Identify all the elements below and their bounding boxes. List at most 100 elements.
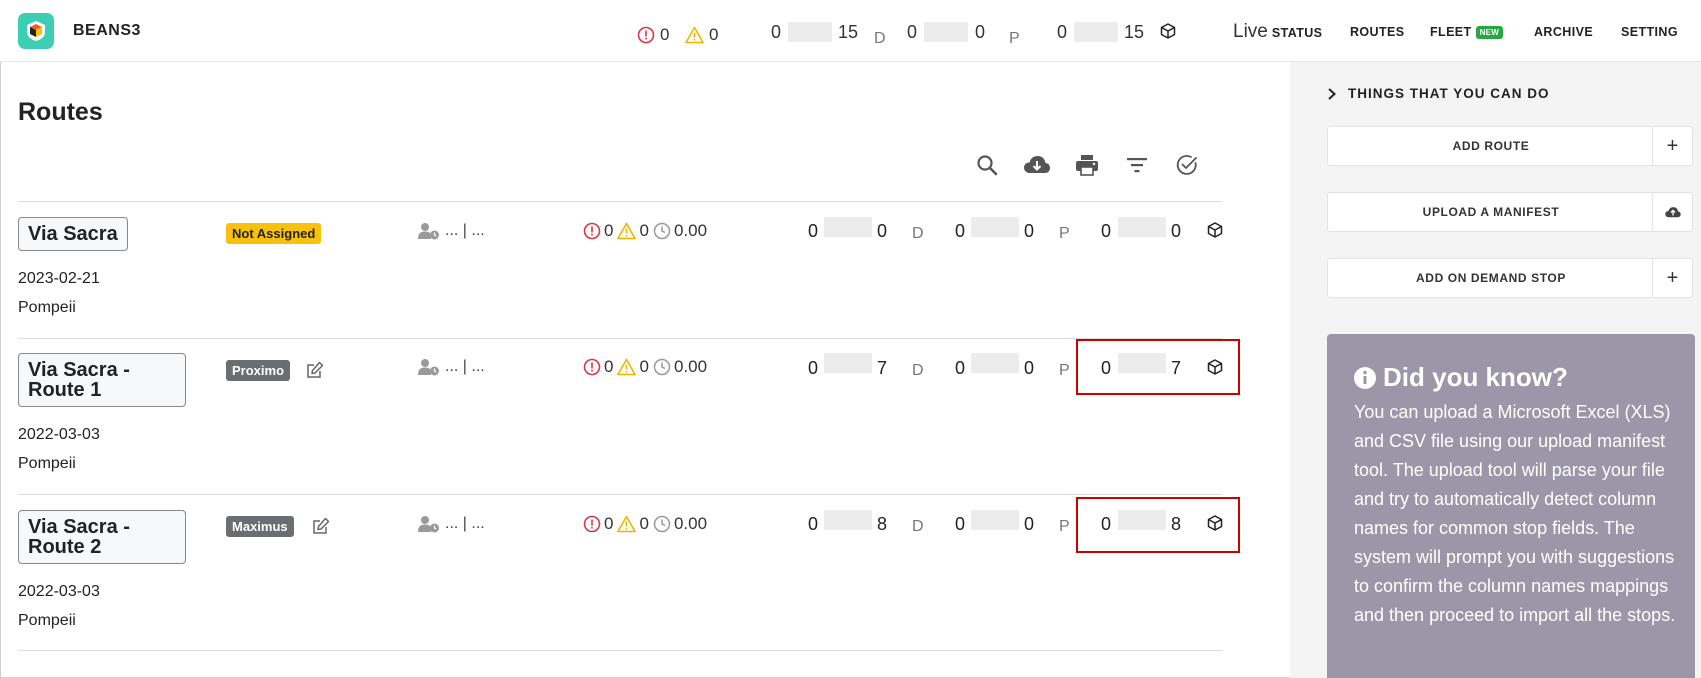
driver-name-badge: Maximus [226,516,294,537]
search-icon[interactable] [972,150,1002,180]
pickup-done: 0 [955,514,966,534]
clock-icon [653,515,671,533]
info-icon [1354,366,1376,389]
edit-icon[interactable] [306,361,324,379]
package-progress [1118,217,1166,237]
pickup-total: 0 [1024,358,1035,378]
delivery-done: 0 [808,358,819,378]
error-icon [583,358,601,376]
delivery-done: 0 [808,221,819,241]
add-on-demand-stop-button[interactable]: ADD ON DEMAND STOP + [1327,258,1693,298]
header-error-count: 0 [637,25,669,45]
nav-fleet[interactable]: FLEET NEW [1430,25,1504,40]
print-icon[interactable] [1072,150,1102,180]
pickup-total: 0 [1024,221,1035,241]
nav-archive[interactable]: ARCHIVE [1534,25,1593,39]
error-icon [637,26,655,44]
delivery-progress [824,353,872,373]
header-delivery-progress [788,22,832,42]
plus-icon: + [1652,259,1692,297]
new-badge: NEW [1475,26,1504,40]
warning-icon [685,26,704,44]
route-stats: 0 0 0.00 [583,514,711,534]
nav-setting[interactable]: SETTING [1621,25,1678,39]
driver-assignment[interactable]: ... | ... [418,515,485,533]
pickup-label: P [1059,362,1070,379]
user-clock-icon [418,359,439,376]
app-logo[interactable] [18,13,54,49]
header-warning-count: 0 [685,25,718,45]
package-total: 0 [1171,221,1182,241]
pickup-total: 0 [1024,514,1035,534]
route-date: 2022-03-03 [18,426,100,443]
delivery-label: D [912,362,924,379]
pickup-progress [971,217,1019,237]
error-icon [583,515,601,533]
delivery-done: 0 [808,514,819,534]
delivery-label: D [912,225,924,242]
chevron-right-icon [1328,87,1336,100]
warning-icon [617,358,637,376]
edit-icon[interactable] [312,517,330,535]
error-icon [583,222,601,240]
user-clock-icon [418,516,439,533]
header-pickup-label: P [1009,30,1020,47]
user-clock-icon [418,223,439,240]
top-navbar: BEANS3 0 0 0 15 D 0 0 P 0 15 Live STATUS … [0,0,1701,62]
route-date: 2022-03-03 [18,583,100,600]
header-pickup-done: 0 [907,22,918,42]
route-city: Pompeii [18,612,76,629]
divider [18,494,1222,495]
header-delivery-done: 0 [771,22,782,42]
delivery-progress [824,217,872,237]
highlight-box [1076,339,1240,395]
delivery-total: 0 [877,221,888,241]
header-delivery-total: 15 [838,22,859,42]
delivery-progress [824,510,872,530]
pickup-done: 0 [955,358,966,378]
driver-name-badge: Proximo [226,360,291,381]
route-name[interactable]: Via Sacra [18,217,128,251]
brand-name: BEANS3 [73,22,141,39]
header-package-total: 15 [1124,22,1145,42]
check-circle-icon[interactable] [1172,150,1202,180]
logo-shield-icon [27,21,45,41]
delivery-total: 8 [877,514,888,534]
delivery-total: 7 [877,358,888,378]
divider [18,201,1222,202]
driver-status-badge: Not Assigned [226,223,322,244]
add-route-button[interactable]: ADD ROUTE + [1327,126,1693,166]
route-stats: 0 0 0.00 [583,357,711,377]
warning-icon [617,515,637,533]
package-done: 0 [1101,221,1112,241]
divider [18,650,1222,651]
route-name[interactable]: Via Sacra - Route 1 [18,353,186,407]
route-name[interactable]: Via Sacra - Route 2 [18,510,186,564]
right-sidebar: THINGS THAT YOU CAN DO ADD ROUTE + UPLOA… [1290,62,1701,678]
pickup-progress [971,510,1019,530]
route-city: Pompeii [18,299,76,316]
warning-icon [617,222,637,240]
did-you-know-card: Did you know? You can upload a Microsoft… [1327,334,1695,678]
upload-manifest-button[interactable]: UPLOAD A MANIFEST [1327,192,1693,232]
highlight-box [1076,497,1240,553]
header-package-done: 0 [1057,22,1068,42]
cloud-download-icon[interactable] [1022,150,1052,180]
nav-live-status[interactable]: Live STATUS [1233,21,1322,43]
filter-icon[interactable] [1122,150,1152,180]
nav-routes[interactable]: ROUTES [1350,25,1405,39]
clock-icon [653,358,671,376]
cloud-upload-icon [1652,193,1692,231]
route-date: 2023-02-21 [18,270,100,287]
header-pickup-total: 0 [975,22,986,42]
header-pickup-progress [924,22,968,42]
divider [18,338,1222,339]
did-you-know-text: You can upload a Microsoft Excel (XLS) a… [1354,402,1676,625]
things-you-can-do-toggle[interactable]: THINGS THAT YOU CAN DO [1327,86,1550,101]
pickup-label: P [1059,225,1070,242]
route-stats: 0 0 0.00 [583,221,711,241]
page-title: Routes [18,98,103,126]
delivery-label: D [912,518,924,535]
driver-assignment[interactable]: ... | ... [418,358,485,376]
driver-assignment[interactable]: ... | ... [418,222,485,240]
